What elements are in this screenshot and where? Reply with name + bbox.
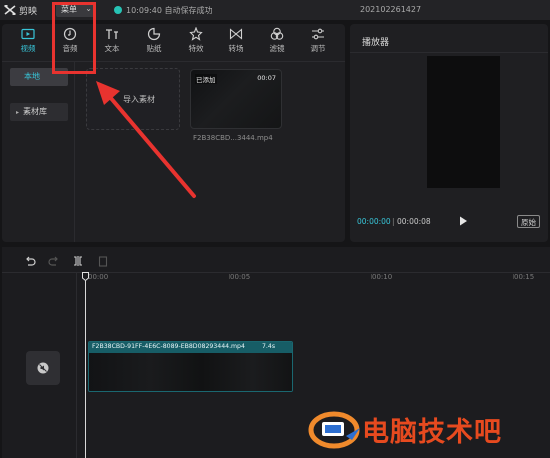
app-name: 剪映 xyxy=(19,7,38,17)
ruler-tick xyxy=(371,274,372,279)
tab-video-label: 视频 xyxy=(20,44,36,53)
tab-transition-label: 转场 xyxy=(228,44,244,53)
redo-icon[interactable] xyxy=(48,255,60,267)
timeline-clip-duration: 7.4s xyxy=(262,343,276,350)
tab-effects-label: 特效 xyxy=(188,44,204,53)
watermark-text: 电脑技术吧 xyxy=(362,417,502,448)
track-mute-button[interactable] xyxy=(26,351,60,385)
ruler-label: 00:05 xyxy=(230,273,251,281)
clip-duration: 00:07 xyxy=(257,74,276,82)
filter-icon xyxy=(270,27,284,40)
ruler-label: 00:10 xyxy=(372,273,393,281)
playhead[interactable] xyxy=(85,280,86,458)
caret-right-icon: ▸ xyxy=(16,109,20,116)
tab-text[interactable]: 文本 xyxy=(92,27,132,59)
tab-adjust-label: 调节 xyxy=(310,44,326,53)
play-icon[interactable] xyxy=(457,215,469,227)
watermark-logo-icon xyxy=(308,411,360,449)
tab-effects[interactable]: 特效 xyxy=(176,27,216,59)
tab-video[interactable]: 视频 xyxy=(8,27,48,59)
tab-adjust[interactable]: 调节 xyxy=(298,27,338,59)
tab-filter-label: 滤镜 xyxy=(269,44,285,53)
project-name: 202102261427 xyxy=(360,5,422,14)
adjust-icon xyxy=(312,28,324,40)
ruler-label: 00:15 xyxy=(514,273,535,281)
mute-icon xyxy=(37,362,49,374)
transition-icon xyxy=(229,28,243,40)
total-time: 00:00:08 xyxy=(397,217,431,226)
sidebar-item-label: 本地 xyxy=(24,72,40,81)
watermark: 电脑技术吧 xyxy=(304,404,550,458)
player-divider xyxy=(350,52,548,53)
track-header-divider xyxy=(76,273,77,458)
player-preview xyxy=(427,56,500,188)
player-title: 播放器 xyxy=(362,38,390,48)
split-icon[interactable] xyxy=(72,255,84,267)
tab-sticker-label: 贴纸 xyxy=(146,44,162,53)
capcut-logo-icon xyxy=(4,5,16,15)
save-status: 10:09:40 自动保存成功 xyxy=(126,6,213,15)
delete-icon[interactable] xyxy=(97,255,109,267)
text-icon xyxy=(106,29,118,39)
tab-sticker[interactable]: 贴纸 xyxy=(134,27,174,59)
clip-frames xyxy=(89,353,292,391)
clip-header: F2B38CBD-91FF-4E6C-8089-EB8D08293444.mp4… xyxy=(89,342,292,353)
clip-filename: F2B38CBD...3444.mp4 xyxy=(193,134,273,142)
highlight-box xyxy=(52,2,96,74)
ruler-tick xyxy=(229,274,230,279)
video-icon xyxy=(21,28,35,40)
sidebar-divider xyxy=(74,62,75,242)
tab-transition[interactable]: 转场 xyxy=(216,27,256,59)
ruler-tick xyxy=(513,274,514,279)
annotation-arrow-icon xyxy=(96,81,196,198)
sticker-icon xyxy=(147,27,161,41)
timeline-clip-name: F2B38CBD-91FF-4E6C-8089-EB8D08293444.mp4 xyxy=(92,343,245,350)
timeline-video-clip[interactable]: F2B38CBD-91FF-4E6C-8089-EB8D08293444.mp4… xyxy=(88,341,293,392)
original-ratio-button[interactable]: 原始 xyxy=(517,215,540,228)
ruler-label: 00:00 xyxy=(88,273,109,281)
tab-filter[interactable]: 滤镜 xyxy=(257,27,297,59)
media-clip-thumbnail[interactable]: 已添加 00:07 xyxy=(190,69,282,129)
current-time: 00:00:00 xyxy=(357,217,391,226)
save-status-icon xyxy=(114,6,122,14)
undo-icon[interactable] xyxy=(24,255,36,267)
time-separator: | xyxy=(392,217,395,226)
sidebar-item-label: 素材库 xyxy=(23,107,48,116)
tab-text-label: 文本 xyxy=(104,44,120,53)
effects-icon xyxy=(189,27,203,41)
player-panel: 播放器 00:00:00 | 00:00:08 原始 xyxy=(350,24,548,242)
sidebar-item-library[interactable]: ▸ 素材库 xyxy=(10,103,68,121)
